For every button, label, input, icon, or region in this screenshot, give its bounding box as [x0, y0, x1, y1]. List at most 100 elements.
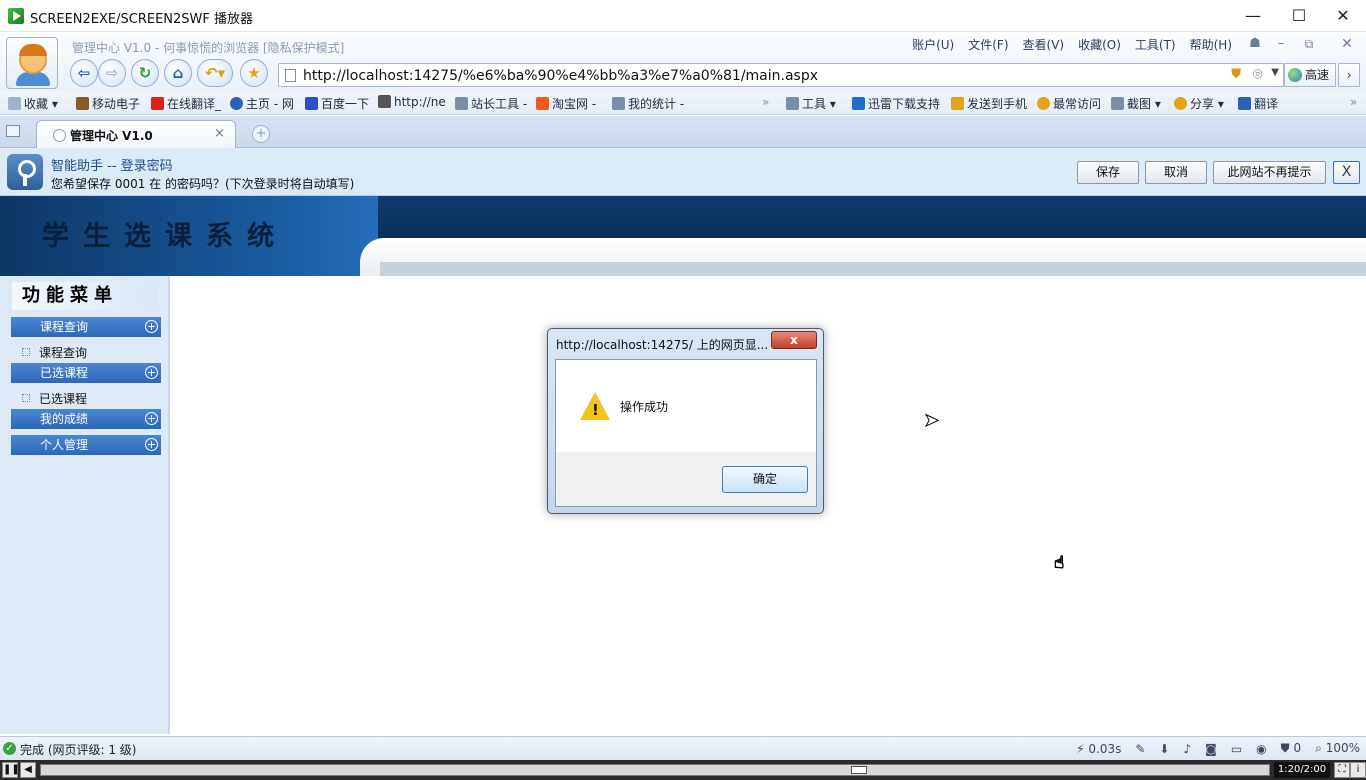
fav-item[interactable]: 发送到手机: [951, 95, 1027, 112]
adblock-count[interactable]: ⛊ 0: [1281, 741, 1301, 756]
menu-selected-courses[interactable]: 已选课程 +: [11, 363, 161, 383]
volume-icon[interactable]: ♪: [1183, 742, 1191, 756]
undo-close-icon[interactable]: ↶▾: [197, 59, 233, 87]
pause-icon[interactable]: ❚❚: [2, 762, 20, 778]
speaker-icon[interactable]: ◀: [20, 762, 36, 778]
fav-item[interactable]: 移动电子: [76, 95, 140, 112]
dialog-close-button[interactable]: x: [771, 331, 817, 349]
forward-icon[interactable]: ⇨: [98, 59, 126, 87]
site-icon: [76, 97, 89, 110]
check-icon: ✓: [3, 742, 16, 755]
fav-item[interactable]: 分享 ▾: [1174, 95, 1224, 112]
favorites-bar: 收藏 ▾ 移动电子 在线翻译_ 主页 - 网 百度一下 http://ne 站长…: [0, 91, 1366, 115]
camera-icon[interactable]: ◙: [1205, 742, 1217, 756]
load-time: ⚡ 0.03s: [1076, 741, 1122, 756]
ok-button[interactable]: 确定: [722, 466, 808, 493]
security-icon[interactable]: ⛊: [1231, 67, 1241, 82]
fav-item[interactable]: http://ne: [378, 95, 446, 109]
refresh-icon[interactable]: ↻: [131, 59, 159, 87]
speed-mode-button[interactable]: 高速: [1284, 63, 1336, 87]
expand-icon[interactable]: +: [145, 320, 158, 333]
browser-minimize-icon[interactable]: –: [1266, 33, 1296, 55]
expand-icon[interactable]: +: [145, 412, 158, 425]
expand-icon[interactable]: +: [145, 438, 158, 451]
window-icon[interactable]: ▭: [1231, 742, 1242, 756]
close-assistant-button[interactable]: X: [1333, 161, 1360, 184]
fav-item[interactable]: 截图 ▾: [1111, 95, 1161, 112]
menu-view[interactable]: 查看(V): [1023, 36, 1065, 53]
never-prompt-button[interactable]: 此网站不再提示: [1213, 161, 1326, 184]
menu-item-course-query[interactable]: 课程查询: [22, 344, 87, 361]
more-icon[interactable]: »: [1350, 95, 1357, 109]
shield-icon[interactable]: ◎: [1253, 66, 1263, 80]
menu-course-query[interactable]: 课程查询 +: [11, 317, 161, 337]
fav-item[interactable]: 百度一下: [305, 95, 369, 112]
player-app-icon: [8, 8, 24, 24]
info-icon[interactable]: i: [1350, 762, 1366, 778]
seek-track[interactable]: [40, 764, 1270, 776]
tab-label: 管理中心 V1.0: [70, 129, 153, 143]
chevron-right-icon[interactable]: ›: [1338, 63, 1360, 87]
fav-item[interactable]: 迅雷下载支持: [852, 95, 940, 112]
fav-item[interactable]: 最常访问: [1037, 95, 1101, 112]
dialog-title: http://localhost:14275/ 上的网页显...: [556, 338, 769, 352]
fav-item[interactable]: 翻译: [1238, 95, 1278, 112]
assistant-message: 您希望保存 0001 在 的密码吗？(下次登录时将自动填写): [51, 177, 355, 191]
menu-title: 功能菜单: [12, 282, 158, 310]
menu-account[interactable]: 账户(U): [912, 36, 954, 53]
tree-node-icon: [22, 394, 30, 402]
browser-close-icon[interactable]: ✕: [1332, 33, 1362, 55]
star-icon[interactable]: ★: [240, 59, 268, 87]
maximize-button[interactable]: ☐: [1276, 0, 1322, 32]
alert-dialog: http://localhost:14275/ 上的网页显... x ! 操作成…: [547, 328, 824, 514]
menu-item-selected-courses[interactable]: 已选课程: [22, 390, 87, 407]
menu-tools[interactable]: 工具(T): [1135, 36, 1176, 53]
menu-help[interactable]: 帮助(H): [1190, 36, 1232, 53]
header-band: [380, 262, 1366, 276]
address-bar[interactable]: http://localhost:14275/%e6%ba%90%e4%bb%a…: [278, 63, 1284, 87]
expand-icon[interactable]: +: [145, 366, 158, 379]
share-icon: [1174, 97, 1187, 110]
browser-restore-icon[interactable]: ⧉: [1294, 33, 1324, 55]
new-tab-icon[interactable]: +: [252, 125, 270, 143]
send-icon: [951, 97, 964, 110]
site-icon: [151, 97, 164, 110]
fit-screen-icon[interactable]: ⛶: [1334, 762, 1350, 778]
back-icon[interactable]: ⇦: [70, 59, 98, 87]
avatar-hair: [19, 44, 47, 56]
fav-item[interactable]: 主页 - 网: [230, 95, 294, 112]
fav-item[interactable]: 工具 ▾: [786, 95, 836, 112]
zoom-icon: ⌕: [1315, 741, 1322, 755]
fav-item[interactable]: 在线翻译_: [151, 95, 221, 112]
fav-item[interactable]: 收藏 ▾: [8, 95, 58, 112]
close-button[interactable]: ✕: [1320, 0, 1366, 32]
tab-close-icon[interactable]: ×: [214, 126, 225, 141]
menu-file[interactable]: 文件(F): [968, 36, 1008, 53]
seek-thumb[interactable]: [851, 766, 867, 774]
status-tools: ⚡ 0.03s ✎ ⬇ ♪ ◙ ▭ ◉ ⛊ 0 ⌕ 100%: [1076, 741, 1360, 756]
player-control-bar: ❚❚ ◀ 1:20/2:00 ⛶ i: [0, 760, 1366, 780]
save-password-button[interactable]: 保存: [1077, 161, 1139, 184]
cancel-password-button[interactable]: 取消: [1145, 161, 1207, 184]
eye-icon[interactable]: ◉: [1256, 742, 1266, 756]
menu-personal[interactable]: 个人管理 +: [11, 435, 161, 455]
menu-my-grades[interactable]: 我的成绩 +: [11, 409, 161, 429]
fav-item[interactable]: 淘宝网 -: [536, 95, 596, 112]
zoom-control[interactable]: ⌕ 100%: [1315, 741, 1360, 756]
fav-item[interactable]: 我的统计 -: [612, 95, 684, 112]
address-dropdown-icon[interactable]: ▼: [1271, 67, 1279, 78]
menu-favorites[interactable]: 收藏(O): [1078, 36, 1121, 53]
fav-item[interactable]: 站长工具 -: [455, 95, 527, 112]
sidebar-toggle-icon[interactable]: [6, 125, 20, 137]
key-icon: [7, 154, 43, 190]
user-avatar[interactable]: [6, 37, 58, 89]
more-favorites-icon[interactable]: »: [762, 95, 769, 109]
avatar-body: [16, 72, 50, 86]
minimize-button[interactable]: —: [1230, 0, 1276, 32]
edit-icon[interactable]: ✎: [1135, 742, 1145, 756]
tab-admin-center[interactable]: 管理中心 V1.0 ×: [36, 120, 236, 148]
download-icon[interactable]: ⬇: [1159, 742, 1169, 756]
screenshot-icon: [1111, 97, 1124, 110]
url-text[interactable]: http://localhost:14275/%e6%ba%90%e4%bb%a…: [303, 68, 818, 84]
home-icon[interactable]: ⌂: [164, 59, 192, 87]
